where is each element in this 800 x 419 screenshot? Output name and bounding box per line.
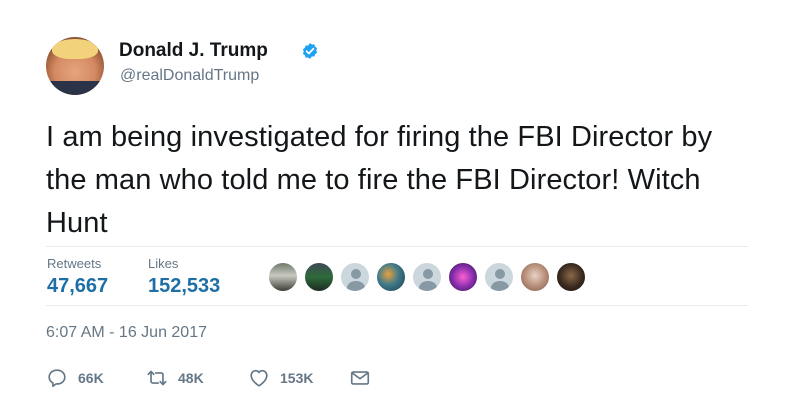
retweet-count: 48K xyxy=(178,370,204,386)
reply-icon xyxy=(48,369,66,388)
stats-top-divider xyxy=(46,246,748,247)
retweet-icon xyxy=(147,370,167,386)
liker-avatar[interactable] xyxy=(520,262,550,292)
likes-count: 152,533 xyxy=(148,275,221,297)
retweet-button[interactable]: 48K xyxy=(146,364,204,392)
verified-badge-icon xyxy=(302,43,318,59)
likes-stat[interactable]: Likes 152,533 xyxy=(148,256,220,298)
avatar-suit-shape xyxy=(46,81,104,95)
liker-avatar-default[interactable] xyxy=(412,262,442,292)
user-handle[interactable]: @realDonaldTrump xyxy=(120,67,259,85)
avatar-hair-shape xyxy=(52,39,98,59)
envelope-icon xyxy=(350,371,370,385)
tweet-text: I am being investigated for firing the F… xyxy=(46,121,713,239)
likes-label: Likes xyxy=(148,256,179,271)
liker-avatar-default[interactable] xyxy=(340,262,370,292)
liker-avatar-default[interactable] xyxy=(484,262,514,292)
tweet-timestamp[interactable]: 6:07 AM - 16 Jun 2017 xyxy=(46,324,207,342)
reply-button[interactable]: 66K xyxy=(46,364,104,392)
heart-icon xyxy=(250,369,268,387)
liker-avatar[interactable] xyxy=(556,262,586,292)
liker-avatar[interactable] xyxy=(304,262,334,292)
liker-avatar[interactable] xyxy=(376,262,406,292)
reply-count: 66K xyxy=(78,370,104,386)
retweets-stat[interactable]: Retweets 47,667 xyxy=(47,256,108,298)
stats-bottom-divider xyxy=(46,305,748,306)
liker-avatar[interactable] xyxy=(448,262,478,292)
profile-avatar[interactable] xyxy=(46,37,104,95)
direct-message-button[interactable] xyxy=(349,364,371,392)
like-button[interactable]: 153K xyxy=(248,364,313,392)
liker-avatar[interactable] xyxy=(268,262,298,292)
tweet-card: Donald J. Trump @realDonaldTrump I am be… xyxy=(0,0,800,419)
display-name[interactable]: Donald J. Trump xyxy=(119,40,268,62)
retweets-label: Retweets xyxy=(47,256,102,271)
like-count: 153K xyxy=(280,370,314,386)
retweets-count: 47,667 xyxy=(47,275,109,297)
